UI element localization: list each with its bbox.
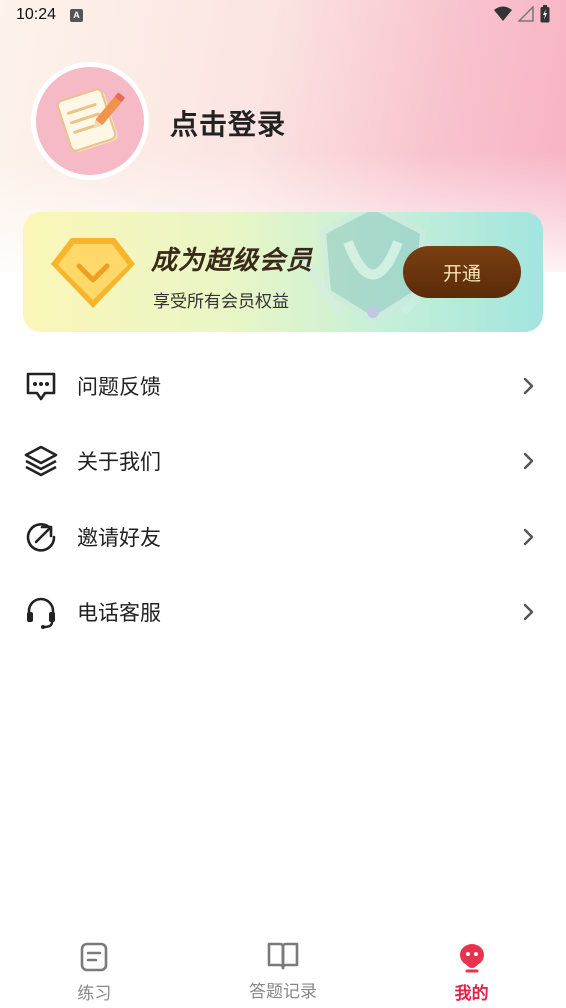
menu-item-about[interactable]: 关于我们: [0, 424, 566, 500]
nav-label: 我的: [454, 984, 489, 1004]
open-vip-button[interactable]: 开通: [403, 246, 521, 298]
battery-icon: [540, 5, 550, 23]
chat-bubble-icon: [26, 372, 56, 401]
nav-tab-mine[interactable]: 我的: [377, 928, 566, 1008]
menu-item-label: 问题反馈: [77, 374, 161, 399]
settings-menu: 问题反馈 关于我们 邀请好友 电话客服: [0, 348, 566, 650]
notebook-pencil-icon: [56, 88, 125, 152]
login-link[interactable]: 点击登录: [170, 103, 286, 143]
chevron-right-icon: [523, 377, 534, 394]
vip-subtitle: 享受所有会员权益: [153, 292, 289, 312]
vip-diamond-icon: [51, 238, 135, 308]
chevron-right-icon: [523, 604, 534, 621]
vip-title: 成为超级会员: [151, 246, 314, 276]
bottom-nav: 练习 答题记录 我的: [0, 928, 566, 1008]
nav-label: 练习: [77, 984, 112, 1004]
nav-tab-practice[interactable]: 练习: [0, 928, 189, 1008]
note-icon: [81, 942, 108, 972]
chevron-right-icon: [523, 528, 534, 545]
notification-icon: A: [70, 8, 84, 22]
book-icon: [267, 942, 299, 970]
status-bar: 10:24 A: [0, 0, 566, 30]
menu-item-invite[interactable]: 邀请好友: [0, 499, 566, 575]
share-arrow-icon: [26, 522, 56, 552]
signal-icon: [518, 6, 534, 22]
profile-icon: [459, 944, 484, 973]
nav-label: 答题记录: [249, 982, 317, 1002]
menu-item-label: 邀请好友: [77, 525, 161, 550]
chevron-right-icon: [523, 453, 534, 470]
menu-item-phone-support[interactable]: 电话客服: [0, 575, 566, 651]
menu-item-label: 关于我们: [77, 450, 161, 475]
headset-icon: [27, 597, 55, 630]
menu-item-feedback[interactable]: 问题反馈: [0, 348, 566, 424]
wifi-icon: [494, 6, 512, 21]
vip-card[interactable]: 成为超级会员 享受所有会员权益 开通: [23, 212, 543, 332]
layers-icon: [24, 445, 58, 477]
avatar[interactable]: [31, 62, 149, 180]
status-time: 10:24: [16, 6, 57, 23]
nav-tab-answer-records[interactable]: 答题记录: [189, 928, 378, 1008]
status-icons: [494, 5, 550, 23]
menu-item-label: 电话客服: [77, 601, 161, 626]
